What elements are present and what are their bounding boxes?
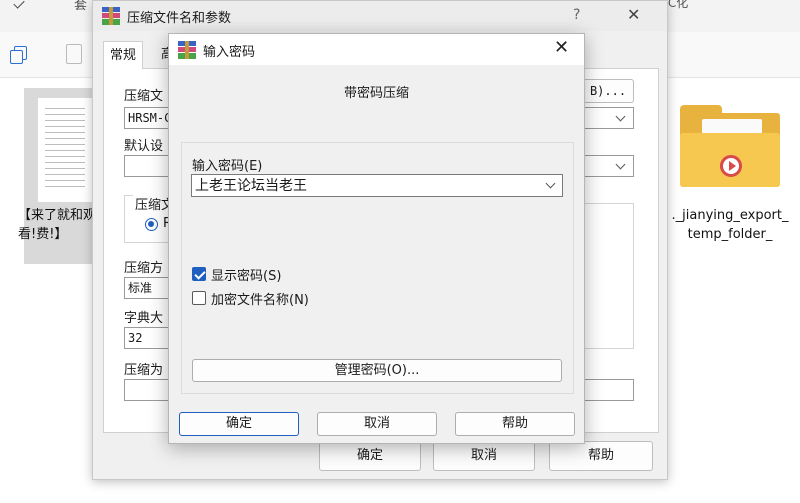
- archive-help-button[interactable]: 帮助: [549, 441, 653, 471]
- chevron-down-icon[interactable]: [545, 178, 556, 189]
- archive-name-dropdown[interactable]: [582, 107, 634, 129]
- password-dialog-heading: 带密码压缩: [343, 86, 409, 101]
- dictionary-label: 字典大: [124, 311, 164, 326]
- default-profile-label: 默认设: [124, 139, 164, 154]
- winrar-icon: [102, 7, 120, 25]
- archive-name-label: 压缩文: [124, 89, 164, 104]
- file-name: 【来了就和观看!费!】: [18, 208, 97, 242]
- archive-dialog-titlebar: 压缩文件名和参数 ? ✕: [93, 1, 667, 31]
- show-password-checkbox[interactable]: [192, 267, 206, 281]
- archive-ok-button[interactable]: 确定: [319, 441, 421, 471]
- close-icon[interactable]: ✕: [554, 38, 569, 58]
- paste-icon[interactable]: [66, 44, 82, 64]
- chevron-down-icon: [615, 111, 626, 122]
- encrypt-file-names-checkbox[interactable]: [192, 291, 206, 305]
- chevron-icon[interactable]: [13, 0, 25, 9]
- copy-icon[interactable]: [10, 46, 27, 64]
- options-group: [582, 203, 634, 349]
- chevron-down-icon: [615, 159, 626, 170]
- folder-name: ._jianying_export_temp_folder_: [671, 208, 789, 242]
- password-dialog-title: 输入密码: [203, 45, 256, 60]
- method-label: 压缩方: [124, 261, 164, 276]
- close-icon[interactable]: ✕: [627, 5, 640, 24]
- password-dialog-titlebar: 输入密码 ✕: [169, 34, 584, 65]
- help-icon[interactable]: ?: [573, 7, 580, 23]
- video-play-icon: [720, 155, 742, 177]
- split-label: 压缩为: [124, 363, 164, 378]
- password-label: 输入密码(E): [192, 159, 263, 174]
- manage-passwords-button[interactable]: 管理密码(O)...: [192, 359, 562, 382]
- password-value: 上老王论坛当老王: [195, 178, 307, 194]
- archive-cancel-button[interactable]: 取消: [433, 441, 535, 471]
- cancel-button[interactable]: 取消: [317, 412, 437, 436]
- help-button[interactable]: 帮助: [455, 412, 575, 436]
- format-radio[interactable]: [145, 218, 158, 231]
- show-password-label[interactable]: 显示密码(S): [211, 265, 281, 284]
- ok-button[interactable]: 确定: [179, 412, 299, 436]
- folder-icon[interactable]: [680, 105, 780, 187]
- update-mode-dropdown[interactable]: [582, 155, 634, 177]
- enter-password-dialog: 输入密码 ✕ 带密码压缩 输入密码(E) 上老王论坛当老王 显示密码(S) 加密…: [168, 33, 585, 444]
- tab-general[interactable]: 常规: [103, 41, 144, 69]
- explorer-tab-text[interactable]: 套: [74, 0, 87, 13]
- archive-dialog-title: 压缩文件名和参数: [127, 11, 232, 26]
- document-thumbnail-icon: [38, 98, 92, 202]
- encrypt-file-names-label[interactable]: 加密文件名称(N): [211, 289, 309, 308]
- password-input[interactable]: 上老王论坛当老王: [191, 174, 563, 197]
- winrar-icon: [178, 41, 196, 59]
- browse-button[interactable]: B)...: [582, 79, 634, 103]
- split-unit-field[interactable]: [582, 379, 634, 401]
